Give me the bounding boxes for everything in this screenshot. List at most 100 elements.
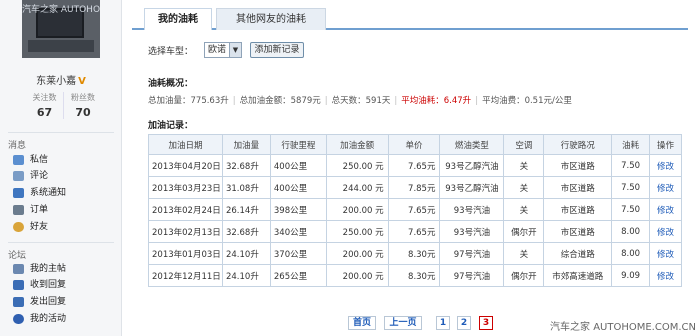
- divider: [8, 132, 114, 133]
- cell-fuel-amount: 32.68升: [221, 220, 271, 243]
- avatar[interactable]: 汽车之家 AUTOHOME: [22, 0, 100, 58]
- chevron-down-icon: ▼: [229, 43, 241, 57]
- stat-following[interactable]: 关注数 67: [26, 92, 64, 119]
- tab-my-fuel[interactable]: 我的油耗: [144, 8, 212, 30]
- records-table: 加油日期 加油量 行驶里程 加油金额 单价 燃油类型 空调 行驶路况 油耗 操作…: [148, 134, 682, 287]
- verified-icon: V: [78, 76, 86, 87]
- sidebar-item-label: 收到回复: [30, 280, 67, 290]
- sidebar-item-sent-replies[interactable]: 发出回复: [13, 294, 120, 310]
- cell-consumption: 7.50: [611, 198, 651, 221]
- sidebar-item-label: 私信: [30, 155, 49, 165]
- cell-date: 2013年03月23日: [148, 176, 223, 199]
- cell-fuel-amount: 24.10升: [221, 264, 271, 287]
- cell-road: 市区道路: [543, 176, 613, 199]
- comment-icon: [13, 171, 24, 181]
- heart-icon: [13, 314, 24, 324]
- cell-road: 市郊高速道路: [543, 264, 613, 287]
- cell-cost: 244.00 元: [325, 176, 389, 199]
- page-root: 汽车之家 AUTOHOME 东莱小嘉V 关注数 67 粉丝数 70 消息 私信 …: [0, 0, 700, 336]
- summary-title: 油耗概况：: [148, 79, 194, 89]
- cell-ac: 关: [503, 242, 545, 265]
- col-unit-price: 单价: [387, 134, 441, 155]
- cell-action: 修改: [649, 220, 682, 243]
- pager-page-3-current[interactable]: 3: [479, 316, 493, 330]
- edit-link[interactable]: 修改: [657, 272, 674, 282]
- edit-link[interactable]: 修改: [657, 184, 674, 194]
- vehicle-select-label: 选择车型：: [148, 47, 194, 57]
- cell-action: 修改: [649, 264, 682, 287]
- sidebar-item-label: 我的主帖: [30, 264, 67, 274]
- user-stats: 关注数 67 粉丝数 70: [26, 92, 102, 122]
- sidebar-item-label: 发出回复: [30, 297, 67, 307]
- pager-prev-button[interactable]: 上一页: [384, 316, 422, 330]
- summary-avg-cost: 平均油费：0.51元/公里: [482, 96, 572, 106]
- col-cost: 加油金额: [325, 134, 389, 155]
- cell-fuel-amount: 26.14升: [221, 198, 271, 221]
- cell-ac: 关: [503, 198, 545, 221]
- pager-first-button[interactable]: 首页: [348, 316, 376, 330]
- sidebar-item-private-messages[interactable]: 私信: [13, 152, 120, 168]
- cell-road: 综合道路: [543, 242, 613, 265]
- cell-unit-price: 7.65元: [387, 220, 441, 243]
- cell-date: 2013年04月20日: [148, 154, 223, 177]
- username[interactable]: 东莱小嘉 V: [0, 72, 122, 87]
- cell-consumption: 7.50: [611, 176, 651, 199]
- col-date: 加油日期: [148, 134, 223, 155]
- separator: |: [324, 96, 328, 106]
- sidebar-item-my-activities[interactable]: 我的活动: [13, 311, 120, 327]
- table-row: 2012年12月11日 24.10升 265公里 200.00 元 8.30元 97号汽油…: [148, 264, 682, 287]
- cell-date: 2013年01月03日: [148, 242, 223, 265]
- sidebar-item-system-notice[interactable]: 系统通知: [13, 185, 120, 201]
- edit-link[interactable]: 修改: [657, 162, 674, 172]
- col-mileage: 行驶里程: [269, 134, 327, 155]
- cell-fuel-type: 93号乙醇汽油: [439, 154, 505, 177]
- sidebar-item-my-posts[interactable]: 我的主帖: [13, 261, 120, 277]
- vehicle-select[interactable]: 欧诺 ▼: [204, 42, 242, 58]
- sidebar-item-friends[interactable]: 好友: [13, 219, 120, 235]
- sidebar-item-received-replies[interactable]: 收到回复: [13, 277, 120, 293]
- cell-date: 2013年02月13日: [148, 220, 223, 243]
- summary-total-amount: 总加油金额：5879元: [239, 96, 321, 106]
- table-body: 2013年04月20日 32.68升 400公里 250.00 元 7.65元 93号乙醇…: [148, 154, 682, 287]
- col-fuel-amount: 加油量: [221, 134, 271, 155]
- edit-link[interactable]: 修改: [657, 250, 674, 260]
- cell-mileage: 340公里: [269, 220, 327, 243]
- edit-link[interactable]: 修改: [657, 206, 674, 216]
- cell-fuel-type: 97号汽油: [439, 242, 505, 265]
- cell-fuel-type: 93号汽油: [439, 220, 505, 243]
- cell-cost: 200.00 元: [325, 264, 389, 287]
- main-content: 我的油耗 其他网友的油耗 选择车型： 欧诺 ▼ 添加新记录 油耗概况： 总加油量：…: [132, 0, 700, 336]
- envelope-icon: [13, 155, 24, 165]
- sidebar-item-label: 好友: [30, 222, 49, 232]
- cell-mileage: 398公里: [269, 198, 327, 221]
- username-text[interactable]: 东莱小嘉: [36, 76, 76, 87]
- cell-consumption: 9.09: [611, 264, 651, 287]
- stat-followers[interactable]: 粉丝数 70: [64, 92, 102, 119]
- col-fuel-type: 燃油类型: [439, 134, 505, 155]
- add-record-button[interactable]: 添加新记录: [250, 42, 304, 58]
- cell-road: 市区道路: [543, 220, 613, 243]
- cell-consumption: 8.00: [611, 242, 651, 265]
- pager-page-2[interactable]: 2: [457, 316, 471, 330]
- cell-mileage: 400公里: [269, 176, 327, 199]
- cell-cost: 250.00 元: [325, 220, 389, 243]
- sidebar-item-comments[interactable]: 评论: [13, 168, 120, 184]
- col-ac: 空调: [503, 134, 545, 155]
- separator: |: [232, 96, 236, 106]
- edit-link[interactable]: 修改: [657, 228, 674, 238]
- cell-fuel-type: 93号乙醇汽油: [439, 176, 505, 199]
- watermark: 汽车之家 AUTOHOME.COM.CN: [550, 322, 696, 333]
- sidebar-item-label: 我的活动: [30, 314, 67, 324]
- tab-bar: 我的油耗 其他网友的油耗: [132, 4, 688, 30]
- sidebar-item-label: 系统通知: [30, 188, 67, 198]
- table-row: 2013年03月23日 31.08升 400公里 244.00 元 7.85元 93号乙醇…: [148, 176, 682, 199]
- pager-page-1[interactable]: 1: [436, 316, 450, 330]
- sidebar-item-orders[interactable]: 订单: [13, 202, 120, 218]
- cell-mileage: 400公里: [269, 154, 327, 177]
- col-road: 行驶路况: [543, 134, 613, 155]
- cell-date: 2012年12月11日: [148, 264, 223, 287]
- cell-unit-price: 8.30元: [387, 242, 441, 265]
- tab-others-fuel[interactable]: 其他网友的油耗: [216, 8, 326, 30]
- cell-cost: 250.00 元: [325, 154, 389, 177]
- cell-action: 修改: [649, 176, 682, 199]
